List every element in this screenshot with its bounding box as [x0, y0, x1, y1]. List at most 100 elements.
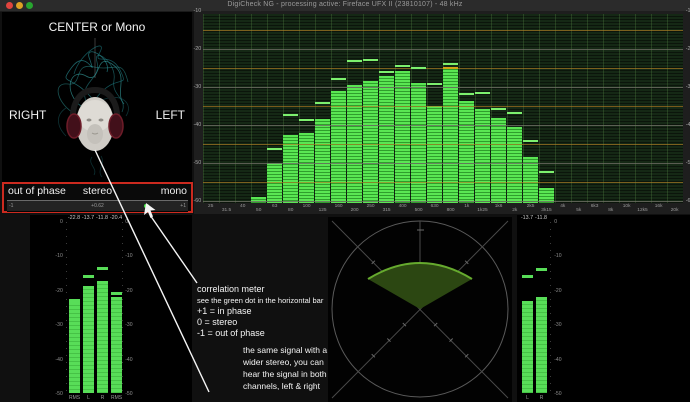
- spectrum-frequency-label: 315: [383, 208, 391, 213]
- stereo-image-panel: CENTER or Mono RIGHT LEFT: [2, 12, 192, 182]
- correlation-meter-panel: out of phase stereo mono -1 +0.62 +1: [2, 182, 193, 213]
- spectrum-band: [411, 83, 426, 203]
- spectrum-band: [347, 85, 362, 203]
- spectrum-peak-hold: [411, 67, 426, 69]
- spectrum-db-label: -10: [189, 8, 202, 13]
- spectrum-frequency-label: 16k: [655, 204, 663, 209]
- level-meters-right-panel: -13.7L-11.8R0-10-20-30-40-50: [517, 215, 690, 402]
- meter-peak-hold: [83, 275, 94, 278]
- spectrum-frequency-label: 2k: [512, 208, 517, 213]
- meter-scale-label: 0: [554, 219, 568, 224]
- meter-scale-label: -10: [125, 254, 139, 259]
- spectrum-peak-hold: [283, 114, 298, 116]
- spectrum-band: [459, 101, 474, 203]
- spectrum-peak-hold: [443, 63, 458, 65]
- annotation-line: wider stereo, you can: [243, 356, 327, 368]
- meter-scale-label: -10: [554, 254, 568, 259]
- meter-channel-label: R: [97, 395, 108, 401]
- spectrum-band: [523, 157, 538, 203]
- spectrum-analyzer-panel: 2531.54050638010012516020025031540050063…: [194, 11, 690, 214]
- spectrum-db-label: -20: [686, 46, 690, 51]
- spectrum-frequency-label: 630: [431, 204, 439, 209]
- window-title: DigiCheck NG - processing active: Firefa…: [0, 1, 690, 8]
- spectrum-band: [427, 106, 442, 203]
- annotation-line: see the green dot in the horizontal bar: [197, 295, 323, 306]
- spectrum-band: [475, 109, 490, 203]
- meter-peak-hold: [111, 292, 122, 295]
- annotation-line: 0 = stereo: [197, 317, 323, 328]
- spectrum-peak-hold: [427, 83, 442, 85]
- meter-scale-label: -30: [554, 323, 568, 328]
- meter-scale-label: -50: [554, 391, 568, 396]
- meter-scale-label: 0: [49, 219, 63, 224]
- meter-peak-hold: [522, 275, 533, 278]
- meter-bar: [536, 297, 547, 393]
- left-channel-label: LEFT: [156, 108, 185, 122]
- spectrum-frequency-label: 5k: [576, 208, 581, 213]
- spectrum-frequency-label: 63: [272, 204, 277, 209]
- meter-bar: [69, 302, 80, 393]
- spectrum-frequency-label: 10k: [623, 204, 631, 209]
- spectrum-frequency-label: 200: [351, 208, 359, 213]
- spectrum-frequency-label: 1k6: [495, 204, 503, 209]
- spectrum-peak-hold: [267, 148, 282, 150]
- spectrum-db-label: -50: [189, 160, 202, 165]
- spectrum-peak-hold: [523, 140, 538, 142]
- spectrum-peak-hold: [459, 93, 474, 95]
- meter-scale-label: -50: [49, 391, 63, 396]
- spectrum-band: [267, 163, 282, 203]
- spectrum-frequency-label: 25: [208, 204, 213, 209]
- spectrum-band: [443, 67, 458, 203]
- spectrum-peak-hold: [491, 108, 506, 110]
- spectrum-band: [251, 197, 266, 203]
- spectrum-frequency-label: 500: [415, 208, 423, 213]
- spectrum-db-label: -50: [686, 160, 690, 165]
- spectrum-band: [363, 81, 378, 203]
- goniometer-display: [328, 217, 512, 402]
- meter-channel-label: R: [536, 395, 547, 401]
- spectrum-band: [379, 76, 394, 203]
- annotation-line: +1 = in phase: [197, 306, 323, 317]
- spectrum-peak-hold: [331, 78, 346, 80]
- spectrum-band: [491, 118, 506, 203]
- spectrum-frequency-label: 400: [399, 204, 407, 209]
- spectrum-frequency-label: 250: [367, 204, 375, 209]
- spectrum-peak-hold: [395, 65, 410, 67]
- center-mono-label: CENTER or Mono: [2, 20, 192, 34]
- annotation-line: -1 = out of phase: [197, 328, 323, 339]
- spectrum-frequency-label: 2k5: [527, 204, 535, 209]
- meter-peak-hold: [536, 268, 547, 271]
- correlation-scale-max: +1: [180, 203, 186, 209]
- spectrum-frequency-label: 80: [288, 208, 293, 213]
- spectrum-peak-hold: [299, 119, 314, 121]
- spectrum-frequency-label: 4k: [560, 204, 565, 209]
- spectrum-frequency-label: 800: [447, 208, 455, 213]
- annotation-line: the same signal with a: [243, 344, 327, 356]
- spectrum-frequency-label: 8k: [608, 208, 613, 213]
- spectrum-frequency-label: 6k3: [591, 204, 599, 209]
- spectrum-band: [331, 91, 346, 203]
- spectrum-plot: [203, 14, 683, 203]
- meter-scale-label: -20: [125, 288, 139, 293]
- meter-bar: [111, 297, 122, 393]
- meter-channel-label: RMS: [69, 395, 80, 401]
- right-channel-label: RIGHT: [9, 108, 46, 122]
- meter-peak-hold: [69, 299, 80, 302]
- meter-channel-label: L: [83, 395, 94, 401]
- annotation-stereo-note: the same signal with a wider stereo, you…: [243, 344, 327, 392]
- meter-scale-label: -10: [49, 254, 63, 259]
- spectrum-db-label: -40: [686, 122, 690, 127]
- meter-scale-label: -30: [49, 323, 63, 328]
- annotation-line: correlation meter: [197, 284, 323, 295]
- meter-scale-label: -50: [125, 391, 139, 396]
- meter-scale-label: -40: [49, 357, 63, 362]
- goniometer-panel: [328, 217, 512, 402]
- meter-readout: -20.4: [107, 215, 125, 220]
- spectrum-frequency-label: 12k5: [637, 208, 647, 213]
- meter-bar: [522, 301, 533, 393]
- spectrum-db-label: -30: [189, 84, 202, 89]
- spectrum-peak-hold: [507, 112, 522, 114]
- spectrum-band: [283, 135, 298, 204]
- spectrum-peak-hold: [347, 60, 362, 62]
- spectrum-frequency-label: 125: [319, 208, 327, 213]
